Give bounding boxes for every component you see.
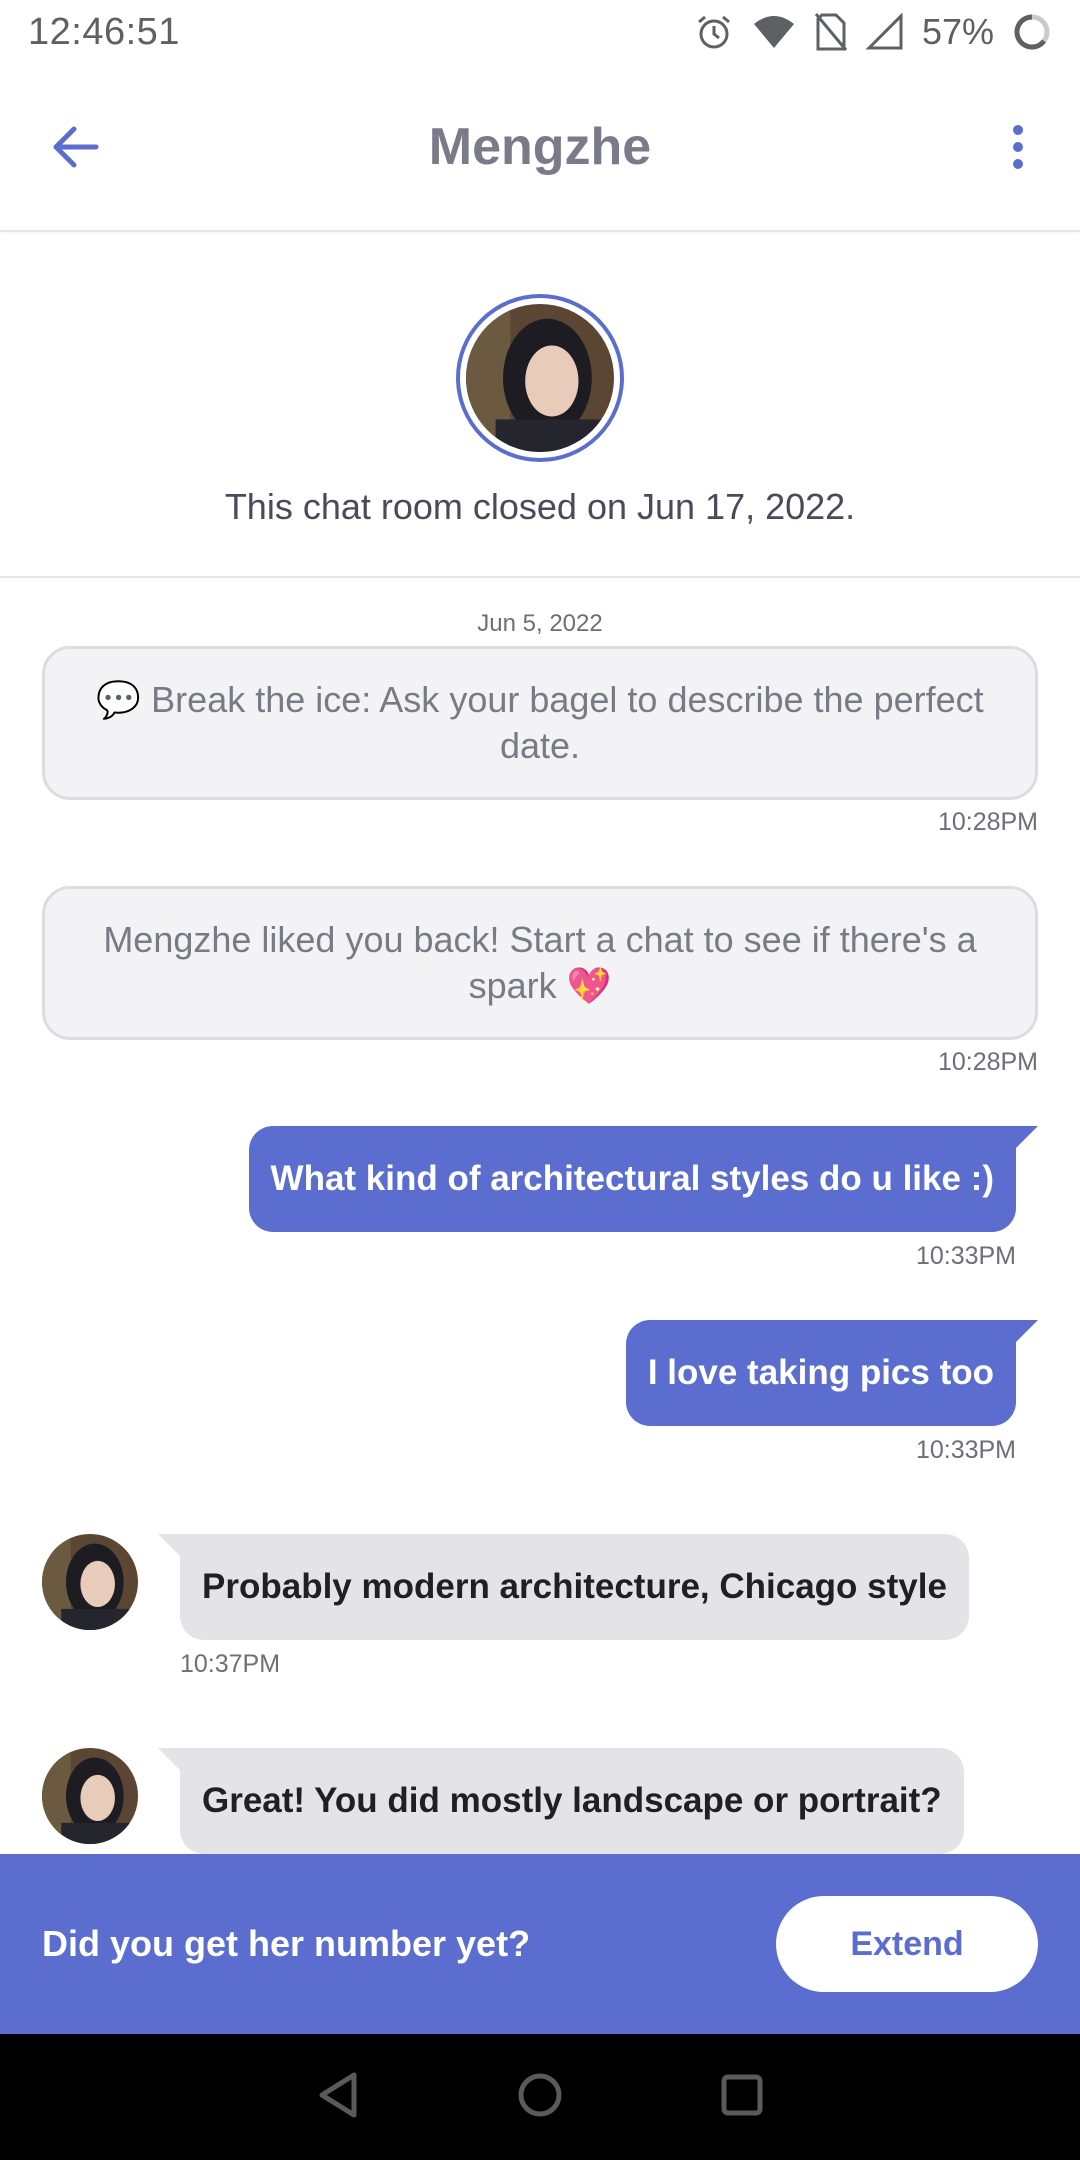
message-text: Great! You did mostly landscape or portr… xyxy=(202,1781,942,1820)
message-timestamp: 10:28PM xyxy=(937,808,1038,836)
message-timestamp: 10:28PM xyxy=(937,1048,1038,1076)
wifi-icon xyxy=(752,14,796,50)
bubble-tail xyxy=(1016,1126,1038,1148)
message-timestamp: 10:33PM xyxy=(915,1242,1016,1270)
outgoing-message[interactable]: I love taking pics too xyxy=(625,1320,1016,1426)
outgoing-message[interactable]: What kind of architectural styles do u l… xyxy=(248,1126,1016,1232)
status-icons: 57% xyxy=(694,11,1052,53)
arrow-left-icon xyxy=(53,126,99,168)
date-separator: Jun 5, 2022 xyxy=(477,610,603,637)
avatar[interactable] xyxy=(42,1748,138,1844)
avatar[interactable] xyxy=(42,1534,138,1630)
back-triangle-icon[interactable] xyxy=(316,2071,360,2124)
system-message: Mengzhe liked you back! Start a chat to … xyxy=(42,886,1038,1040)
closed-notice-text: This chat room closed on Jun 17, 2022. xyxy=(224,486,856,527)
recents-square-icon[interactable] xyxy=(720,2073,764,2122)
status-bar: 12:46:51 57% xyxy=(0,0,1080,64)
message-text: What kind of architectural styles do u l… xyxy=(270,1159,994,1198)
chat-header: Mengzhe xyxy=(0,64,1080,232)
message-text: Probably modern architecture, Chicago st… xyxy=(202,1567,947,1606)
page-title: Mengzhe xyxy=(428,118,652,176)
message-text: I love taking pics too xyxy=(647,1353,994,1392)
incoming-message[interactable]: Great! You did mostly landscape or portr… xyxy=(180,1748,964,1854)
home-circle-icon[interactable] xyxy=(516,2071,564,2124)
extend-banner: Did you get her number yet? Extend xyxy=(0,1854,1080,2034)
no-sim-icon xyxy=(814,12,848,52)
system-nav-bar xyxy=(0,2034,1080,2160)
bubble-tail xyxy=(158,1534,180,1556)
signal-icon xyxy=(865,13,904,51)
more-options-button[interactable] xyxy=(1008,119,1028,175)
closed-notice-section: This chat room closed on Jun 17, 2022. xyxy=(0,232,1080,578)
status-time: 12:46:51 xyxy=(28,10,180,53)
banner-prompt: Did you get her number yet? xyxy=(42,1923,531,1964)
alarm-icon xyxy=(694,12,734,52)
back-button[interactable] xyxy=(48,119,104,175)
message-timestamp: 10:37PM xyxy=(180,1650,281,1678)
chat-messages[interactable]: Jun 5, 2022 💬 Break the ice: Ask your ba… xyxy=(0,580,1080,1854)
battery-percent: 57% xyxy=(921,11,994,52)
message-timestamp: 10:33PM xyxy=(915,1436,1016,1464)
more-vertical-icon xyxy=(1013,125,1023,169)
extend-button[interactable]: Extend xyxy=(776,1896,1038,1992)
bubble-tail xyxy=(1016,1320,1038,1342)
bubble-tail xyxy=(158,1748,180,1770)
battery-ring-icon xyxy=(1012,12,1052,52)
incoming-message[interactable]: Probably modern architecture, Chicago st… xyxy=(180,1534,969,1640)
system-message: 💬 Break the ice: Ask your bagel to descr… xyxy=(42,646,1038,800)
profile-avatar[interactable] xyxy=(456,294,624,462)
